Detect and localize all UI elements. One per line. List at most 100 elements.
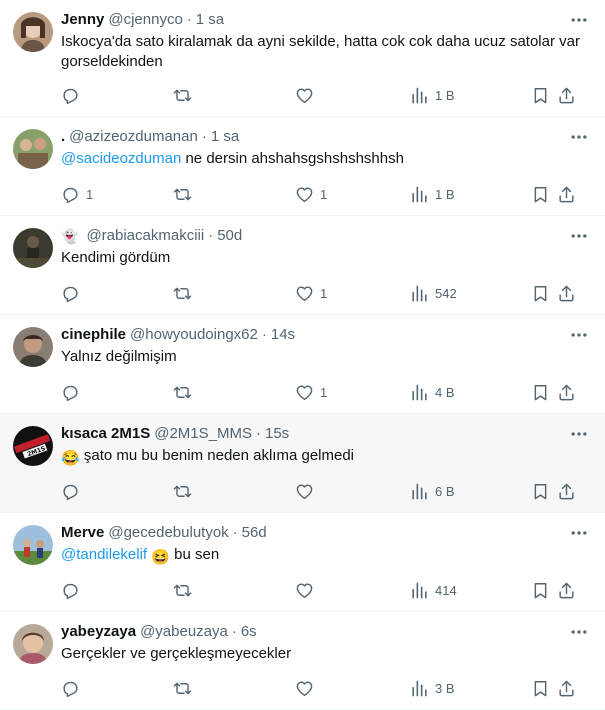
- timestamp[interactable]: 15s: [265, 425, 289, 443]
- bookmark-button[interactable]: [531, 580, 550, 600]
- share-icon: [557, 482, 576, 501]
- views-count: 542: [435, 285, 457, 301]
- share-button[interactable]: [557, 283, 576, 303]
- retweet-button[interactable]: [173, 678, 192, 698]
- timestamp[interactable]: 14s: [271, 326, 295, 344]
- avatar[interactable]: [13, 228, 53, 268]
- like-button[interactable]: 1: [295, 283, 327, 303]
- timestamp[interactable]: 50d: [217, 227, 242, 245]
- display-name[interactable]: Jenny: [61, 11, 104, 29]
- display-name[interactable]: Merve: [61, 524, 104, 542]
- reply-button[interactable]: [61, 580, 86, 600]
- like-button[interactable]: 1: [295, 382, 327, 402]
- share-button[interactable]: [557, 382, 576, 402]
- display-name[interactable]: kısaca 2M1S: [61, 425, 150, 443]
- display-name[interactable]: cinephile: [61, 326, 126, 344]
- avatar[interactable]: 2M1S: [13, 426, 53, 466]
- share-button[interactable]: [557, 580, 576, 600]
- avatar[interactable]: [13, 525, 53, 565]
- display-name[interactable]: yabeyzaya: [61, 623, 136, 641]
- retweet-button[interactable]: [173, 283, 192, 303]
- share-button[interactable]: [557, 184, 576, 204]
- views-button[interactable]: 1 B: [410, 184, 455, 204]
- retweet-button[interactable]: [173, 184, 192, 204]
- views-button[interactable]: 6 B: [410, 481, 455, 501]
- bookmark-button[interactable]: [531, 481, 550, 501]
- bookmark-button[interactable]: [531, 678, 550, 698]
- more-button[interactable]: [569, 127, 589, 147]
- retweet-button[interactable]: [173, 382, 192, 402]
- bookmark-button[interactable]: [531, 85, 550, 105]
- retweet-button[interactable]: [173, 481, 192, 501]
- tweet-actions: 1 542: [61, 283, 585, 303]
- timestamp[interactable]: 1 sa: [211, 128, 239, 146]
- like-button[interactable]: [295, 580, 320, 600]
- bookmark-button[interactable]: [531, 184, 550, 204]
- avatar[interactable]: [13, 624, 53, 664]
- retweet-button[interactable]: [173, 85, 192, 105]
- reply-tweet[interactable]: Merve @gecedebulutyok · 56d @tandilekeli…: [0, 513, 605, 612]
- like-button[interactable]: 1: [295, 184, 327, 204]
- avatar[interactable]: [13, 327, 53, 367]
- timestamp[interactable]: 1 sa: [196, 11, 224, 29]
- mention-link[interactable]: @tandilekelif: [61, 546, 147, 563]
- timestamp[interactable]: 56d: [242, 524, 267, 542]
- reply-tweet[interactable]: . @azizeozdumanan · 1 sa @sacideozduman …: [0, 117, 605, 216]
- views-button[interactable]: 4 B: [410, 382, 455, 402]
- tweet-header: Merve @gecedebulutyok · 56d: [61, 524, 591, 542]
- like-button[interactable]: [295, 481, 320, 501]
- views-button[interactable]: 1 B: [410, 85, 455, 105]
- laughing-emoji: 😂: [61, 450, 80, 467]
- views-icon: [410, 482, 429, 501]
- user-handle[interactable]: @2M1S_MMS: [154, 425, 252, 443]
- more-button[interactable]: [569, 325, 589, 345]
- user-handle[interactable]: @howyoudoingx62: [130, 326, 258, 344]
- more-button[interactable]: [569, 226, 589, 246]
- tweet-text: ne dersin ahshahsgshshshshhsh: [181, 150, 404, 167]
- like-count: 1: [320, 186, 328, 202]
- bookmark-icon: [531, 482, 550, 501]
- user-handle[interactable]: @azizeozdumanan: [69, 128, 198, 146]
- views-button[interactable]: 3 B: [410, 678, 455, 698]
- avatar[interactable]: [13, 129, 53, 169]
- reply-button[interactable]: 1: [61, 184, 93, 204]
- bookmark-button[interactable]: [531, 283, 550, 303]
- reply-tweet[interactable]: cinephile @howyoudoingx62 · 14s Yalnız d…: [0, 315, 605, 414]
- like-icon: [295, 185, 314, 204]
- views-button[interactable]: 542: [410, 283, 457, 303]
- share-button[interactable]: [557, 678, 576, 698]
- bookmark-button[interactable]: [531, 382, 550, 402]
- reply-tweet[interactable]: Jenny @cjennyco · 1 sa Iskocya'da sato k…: [0, 0, 605, 117]
- retweet-button[interactable]: [173, 580, 192, 600]
- like-button[interactable]: [295, 678, 320, 698]
- retweet-icon: [173, 482, 192, 501]
- reply-button[interactable]: [61, 678, 86, 698]
- share-button[interactable]: [557, 481, 576, 501]
- reply-button[interactable]: [61, 283, 86, 303]
- separator-dot: ·: [261, 326, 267, 343]
- reply-tweet[interactable]: 👻 @rabiacakmakciii · 50d Kendimi gördüm …: [0, 216, 605, 315]
- reply-tweet[interactable]: yabeyzaya @yabeuzaya · 6s Gerçekler ve g…: [0, 612, 605, 710]
- user-handle[interactable]: @gecedebulutyok: [108, 524, 228, 542]
- share-button[interactable]: [557, 85, 576, 105]
- timestamp[interactable]: 6s: [241, 623, 257, 641]
- more-button[interactable]: [569, 523, 589, 543]
- reply-button[interactable]: [61, 382, 86, 402]
- like-icon: [295, 284, 314, 303]
- avatar[interactable]: [13, 12, 53, 52]
- mention-link[interactable]: @sacideozduman: [61, 150, 181, 167]
- tweet-text: Yalnız değilmişim: [61, 348, 177, 365]
- views-button[interactable]: 414: [410, 580, 457, 600]
- more-button[interactable]: [569, 10, 589, 30]
- user-handle[interactable]: @cjennyco: [108, 11, 182, 29]
- tweet-body: . @azizeozdumanan · 1 sa @sacideozduman …: [61, 128, 591, 169]
- more-button[interactable]: [569, 424, 589, 444]
- user-handle[interactable]: @yabeuzaya: [140, 623, 228, 641]
- user-handle[interactable]: @rabiacakmakciii: [86, 227, 204, 245]
- reply-button[interactable]: [61, 481, 86, 501]
- reply-tweet[interactable]: 2M1S kısaca 2M1S @2M1S_MMS · 15s 😂 şato …: [0, 414, 605, 513]
- like-button[interactable]: [295, 85, 320, 105]
- display-name[interactable]: .: [61, 128, 65, 146]
- reply-button[interactable]: [61, 85, 86, 105]
- more-button[interactable]: [569, 622, 589, 642]
